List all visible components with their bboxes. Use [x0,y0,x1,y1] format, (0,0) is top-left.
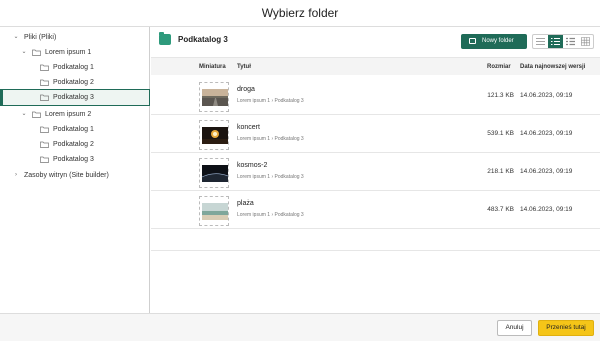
tree-item-label: Pliki (Pliki) [24,34,57,41]
file-size: 483.7 KB [487,206,514,213]
new-folder-button[interactable]: Nowy folder [461,34,527,49]
tree-item-podkatalog-3-selected[interactable]: Podkatalog 3 [0,89,150,106]
file-name: koncert [237,124,260,131]
folder-icon [40,64,49,71]
table-row[interactable]: droga Lorem ipsum 1 › Podkatalog 3 121.3… [151,77,600,115]
chevron-down-icon[interactable]: ⌄ [20,107,28,122]
dialog-title: Wybierz folder [0,0,600,27]
file-date: 14.06.2023, 09:19 [520,92,573,99]
road-image [202,89,228,106]
file-path: Lorem ipsum 1 › Podkatalog 3 [237,136,304,142]
file-size: 218.1 KB [487,168,514,175]
column-header-date[interactable]: Data najnowszej wersji [520,58,585,76]
file-name: plaża [237,200,254,207]
file-date: 14.06.2023, 09:19 [520,130,573,137]
tree-item-pliki[interactable]: ⌄ Pliki (Pliki) [0,30,150,45]
grid-icon[interactable] [578,35,593,48]
cancel-button[interactable]: Anuluj [497,320,532,336]
tree-item-label: Podkatalog 2 [53,141,94,148]
file-size: 121.3 KB [487,92,514,99]
tree-item-lorem-ipsum-2[interactable]: ⌄ Lorem ipsum 2 [0,107,150,122]
list-icon[interactable] [563,35,578,48]
dialog-footer: Anuluj Przenieś tutaj [0,313,600,341]
tree-item-label: Podkatalog 1 [53,64,94,71]
thumbnail [199,120,229,150]
tree-item-podkatalog-1[interactable]: Podkatalog 1 [0,122,150,137]
file-name: kosmos-2 [237,162,268,169]
concert-image [202,127,228,144]
tree-item-label: Podkatalog 1 [53,126,94,133]
folder-icon [40,156,49,163]
chevron-down-icon[interactable]: ⌄ [20,45,28,60]
move-here-button[interactable]: Przenieś tutaj [538,320,594,336]
tree-item-label: Lorem ipsum 2 [45,111,92,118]
tree-item-lorem-ipsum-1[interactable]: ⌄ Lorem ipsum 1 [0,45,150,60]
table-row[interactable]: kosmos-2 Lorem ipsum 1 › Podkatalog 3 21… [151,153,600,191]
chevron-right-icon[interactable]: › [12,168,20,183]
file-date: 14.06.2023, 09:19 [520,206,573,213]
compact-list-icon[interactable] [533,35,548,48]
detailed-list-icon[interactable] [548,35,563,48]
file-path: Lorem ipsum 1 › Podkatalog 3 [237,174,304,180]
chevron-down-icon[interactable]: ⌄ [12,30,20,45]
table-header: Miniatura Tytuł Rozmiar Data najnowszej … [151,57,600,75]
thumbnail [199,158,229,188]
file-date: 14.06.2023, 09:19 [520,168,573,175]
folder-icon [40,79,49,86]
space-image [202,165,228,182]
folder-icon [40,94,49,101]
folder-open-icon [32,111,41,118]
thumbnail [199,82,229,112]
tree-item-label: Podkatalog 2 [53,79,94,86]
tree-item-label: Podkatalog 3 [53,156,94,163]
tree-item-podkatalog-2[interactable]: Podkatalog 2 [0,75,150,90]
tree-item-label: Podkatalog 3 [53,94,94,101]
table-row[interactable]: plaża Lorem ipsum 1 › Podkatalog 3 483.7… [151,191,600,229]
column-header-thumbnail[interactable]: Miniatura [199,58,226,76]
thumbnail [199,196,229,226]
folder-plus-icon [469,38,476,44]
file-panel: Podkatalog 3 Nowy folder Miniatura Tytuł… [151,27,600,313]
file-path: Lorem ipsum 1 › Podkatalog 3 [237,98,304,104]
folder-open-icon [32,49,41,56]
folder-picker-dialog: Wybierz folder ⌄ Pliki (Pliki) ⌄ Lorem i… [0,0,600,341]
tree-item-podkatalog-2[interactable]: Podkatalog 2 [0,137,150,152]
tree-item-podkatalog-1[interactable]: Podkatalog 1 [0,60,150,75]
folder-icon [40,126,49,133]
file-size: 539.1 KB [487,130,514,137]
tree-item-zasoby-witryn[interactable]: › Zasoby witryn (Site builder) [0,168,150,183]
tree-item-label: Zasoby witryn (Site builder) [24,172,109,179]
tree-item-podkatalog-3[interactable]: Podkatalog 3 [0,152,150,167]
folder-icon [40,141,49,148]
table-row[interactable]: koncert Lorem ipsum 1 › Podkatalog 3 539… [151,115,600,153]
beach-image [202,203,228,220]
folder-tree: ⌄ Pliki (Pliki) ⌄ Lorem ipsum 1 Podkatal… [0,27,150,313]
current-folder-title: Podkatalog 3 [178,35,228,44]
view-mode-switcher [532,34,594,49]
file-panel-header: Podkatalog 3 Nowy folder [151,27,600,54]
folder-icon [159,32,171,45]
file-name: droga [237,86,255,93]
file-path: Lorem ipsum 1 › Podkatalog 3 [237,212,304,218]
new-folder-label: Nowy folder [482,38,514,44]
tree-item-label: Lorem ipsum 1 [45,49,92,56]
dialog-body: ⌄ Pliki (Pliki) ⌄ Lorem ipsum 1 Podkatal… [0,27,600,313]
column-header-size[interactable]: Rozmiar [487,58,511,76]
divider [151,250,600,251]
column-header-title[interactable]: Tytuł [237,58,251,76]
